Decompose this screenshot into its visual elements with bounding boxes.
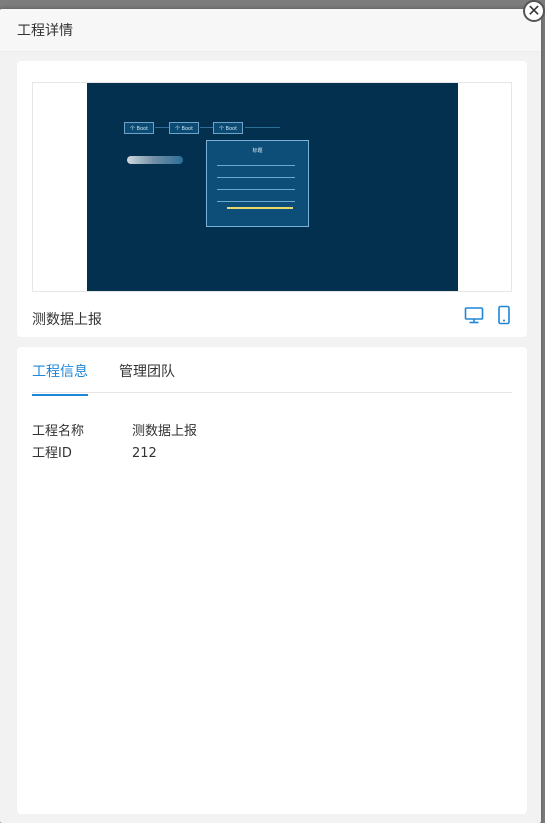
project-detail-dialog: 工程详情 个 Boot 个 Boot 个 Boot 标题 测数据上报 工程信息 … [0, 9, 541, 823]
desktop-icon[interactable] [464, 305, 484, 325]
thumbnail-panel-line [217, 177, 295, 178]
tab-management-team[interactable]: 管理团队 [119, 361, 175, 395]
thumbnail-connector [245, 127, 280, 128]
project-name-value: 测数据上报 [132, 424, 198, 439]
project-id-value: 212 [132, 446, 157, 461]
project-name-label: 工程名称 [32, 424, 85, 439]
device-preview-switch [464, 305, 514, 325]
dialog-header: 工程详情 [0, 9, 541, 52]
info-row-name: 工程名称 测数据上报 [32, 420, 197, 439]
thumbnail-blurred-node [127, 156, 183, 164]
info-row-id: 工程ID 212 [32, 442, 157, 461]
info-tabs: 工程信息 管理团队 [32, 347, 512, 396]
thumbnail-frame: 个 Boot 个 Boot 个 Boot 标题 [32, 82, 512, 292]
project-name-caption: 测数据上报 [32, 312, 102, 328]
thumbnail-panel: 标题 [206, 140, 309, 227]
info-card: 工程信息 管理团队 工程名称 测数据上报 工程ID 212 [17, 347, 527, 814]
thumbnail-panel-highlight [227, 207, 293, 209]
thumbnail-panel-title: 标题 [252, 148, 263, 154]
thumbnail-panel-line [217, 165, 295, 166]
dialog-title: 工程详情 [17, 23, 73, 39]
mobile-icon[interactable] [494, 305, 514, 325]
preview-card: 个 Boot 个 Boot 个 Boot 标题 测数据上报 [17, 61, 527, 337]
thumbnail-tab: 个 Boot [213, 122, 243, 134]
tab-project-info[interactable]: 工程信息 [32, 361, 88, 396]
project-id-label: 工程ID [32, 446, 72, 461]
thumbnail-connector [155, 127, 169, 128]
thumbnail-connector [200, 127, 213, 128]
thumbnail-tab: 个 Boot [124, 122, 154, 134]
thumbnail-tab: 个 Boot [169, 122, 199, 134]
close-button[interactable]: ✕ [523, 0, 545, 22]
thumbnail-panel-line [217, 189, 295, 190]
thumbnail-panel-line [217, 201, 295, 202]
close-icon: ✕ [527, 1, 541, 20]
project-thumbnail[interactable]: 个 Boot 个 Boot 个 Boot 标题 [87, 83, 458, 291]
